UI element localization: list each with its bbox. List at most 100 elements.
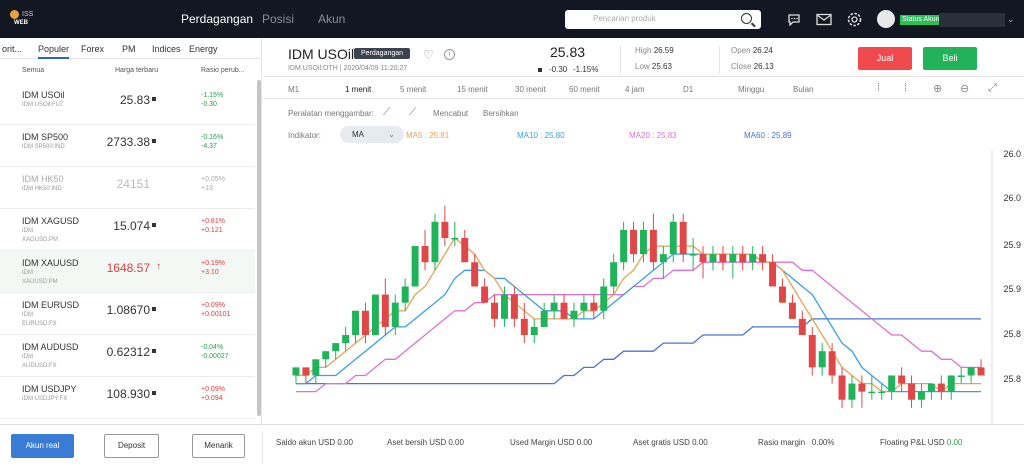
list-item[interactable]: IDM XAUUSD IDM XAUUSD:PM 1648.57 ↑ +0.19% +3.1… [0,251,255,293]
current-price: 25.83 [550,44,586,60]
list-item[interactable]: IDM AUDUSD IDM AUDUSD:FX 0.62312 -0.04% -0.00… [0,335,255,377]
zoom-out-icon[interactable]: ⊖ [960,82,969,95]
mail-icon[interactable] [816,13,832,26]
list-item[interactable]: IDM EURUSD IDM EURUSD:FX 1.08670 +0.09% +0.00… [0,293,255,335]
candle-body [868,391,876,394]
gear-icon[interactable] [846,11,863,28]
timeframe-option[interactable]: 4 jam [625,85,645,94]
ma5-value: MA5 : 25.81 [406,131,450,140]
list-item[interactable]: IDM XAGUSD IDM XAGUSD:PM 15.074 +0.81% +0.121 [0,209,255,251]
fullscreen-icon[interactable]: ⤢ [988,82,997,95]
timeframe-option[interactable]: Bulan [793,85,813,94]
tab-energy[interactable]: Energy [189,44,218,54]
open-stat: Open 26.24 [731,46,773,55]
candle-body [540,310,548,327]
tab-forex[interactable]: Forex [81,44,104,54]
candle-body [371,294,379,336]
price-change: -0.30 [549,65,568,74]
ma10-value: MA10 : 25.80 [517,131,565,140]
list-item[interactable]: IDM SP500 IDM SP500:IND 2733.38 -0.16% -4.37 [0,125,255,167]
timeframe-option[interactable]: D1 [683,85,693,94]
timeframe-option[interactable]: 30 menit [515,85,546,94]
info-icon[interactable]: i [444,49,455,60]
candle-body [630,229,638,255]
change-value: -0.30 [201,101,217,108]
column-header-price[interactable]: Harga terbaru [115,67,158,74]
change-value: -0.00027 [201,353,229,360]
logo-sub: WEB [14,20,28,26]
tab-favorites[interactable]: orit... [2,44,22,54]
tab-indices[interactable]: Indices [152,44,181,54]
avatar[interactable] [877,10,895,28]
y-tick-label: 25.9 [1003,240,1021,250]
chevron-down-icon: ⌄ [388,130,395,139]
clear-drawing-button[interactable]: Bersihkan [483,109,519,118]
bar-width-icon[interactable]: ⁞ [877,82,880,94]
column-header-change[interactable]: Rasio perub... [201,67,245,74]
candlestick-chart[interactable]: 26.0 26.0 25.9 25.9 25.8 25.8 [263,149,1024,424]
candle-body [898,375,906,384]
timeframe-option[interactable]: 60 menit [569,85,600,94]
undo-drawing-button[interactable]: Mencabut [433,109,468,118]
margin-ratio: Rasio margin 0.00% [758,438,835,447]
candle-body [491,302,499,319]
price-indicator-icon [152,97,156,101]
brand-logo[interactable]: ISS [10,9,33,20]
instrument-price: 1648.57 [106,261,150,275]
divider [719,46,720,74]
zoom-in-icon[interactable]: ⊕ [933,82,942,95]
timeframe-option[interactable]: M1 [288,85,299,94]
tab-popular[interactable]: Populer [38,44,70,59]
draw-line-icon[interactable]: ⟋ [383,107,390,118]
candle-body [798,318,806,336]
price-indicator-icon [538,68,542,72]
candle-body [788,302,796,319]
nav-positions[interactable]: Posisi [262,12,294,26]
timeframe-option[interactable]: 5 menit [400,85,426,94]
watchlist-tabs: orit... Populer Forex PM Indices Energy [0,38,262,59]
instrument-code: IDM USOil:OTH [288,65,338,72]
column-header-all[interactable]: Semua [22,67,44,74]
buy-button[interactable]: Beli [923,47,977,70]
tab-pm[interactable]: PM [122,44,136,54]
instrument-code: IDM SP500:IND [22,144,65,150]
instrument-name: IDM XAGUSD [22,216,80,226]
list-item[interactable]: IDM HK50 IDM HK50:IND 24151 +0.05% +13 [0,167,255,209]
favorite-heart-icon[interactable]: ♡ [423,48,434,62]
price-change-pct: -1.15% [573,65,599,74]
chat-icon[interactable] [787,13,803,26]
search-icon[interactable] [741,13,752,24]
ma10-line [296,253,981,393]
instrument-name: IDM EURUSD [22,300,80,310]
instrument-code: IDM HK50:IND [22,186,62,192]
scrollbar[interactable] [257,80,261,416]
y-tick-label: 25.9 [1003,284,1021,294]
real-account-button[interactable]: Akun real [11,434,74,458]
timeframe-option[interactable]: 1 menit [345,85,371,94]
instrument-price: 108.930 [106,387,150,401]
candle-body [848,383,856,400]
bar-compress-icon[interactable]: ⁞ [904,82,907,94]
list-item[interactable]: IDM USOil IDM USOil:FUT 25.83 -1.15% -0.30 [0,83,255,125]
timeframe-option[interactable]: Minggu [738,85,764,94]
candle-body [520,318,528,336]
nav-account[interactable]: Akun [318,12,345,26]
close-value: 26.13 [753,62,774,71]
open-label: Open [731,46,751,55]
indicator-select[interactable]: MA ⌄ [340,126,404,143]
candle-body [550,302,558,311]
search-input[interactable]: Pencarian produk [565,10,761,29]
draw-ray-icon[interactable]: ⟋ [409,107,416,118]
sell-button[interactable]: Jual [858,47,912,70]
timeframe-option[interactable]: 15 menit [457,85,488,94]
chevron-down-icon[interactable]: ⌄ [1007,14,1015,25]
price-indicator-icon [152,223,156,227]
candle-body [560,302,568,319]
list-item[interactable]: IDM USDJPY IDM USDJPY:FX 108.930 +0.09% +0.0… [0,377,255,419]
candle-body [888,375,896,392]
nav-trading[interactable]: Perdagangan [181,12,253,26]
deposit-button[interactable]: Deposit [104,434,159,458]
withdraw-button[interactable]: Menarik [192,434,245,458]
chart-svg[interactable] [263,149,1024,424]
trading-tag: Perdagangan [354,48,411,59]
